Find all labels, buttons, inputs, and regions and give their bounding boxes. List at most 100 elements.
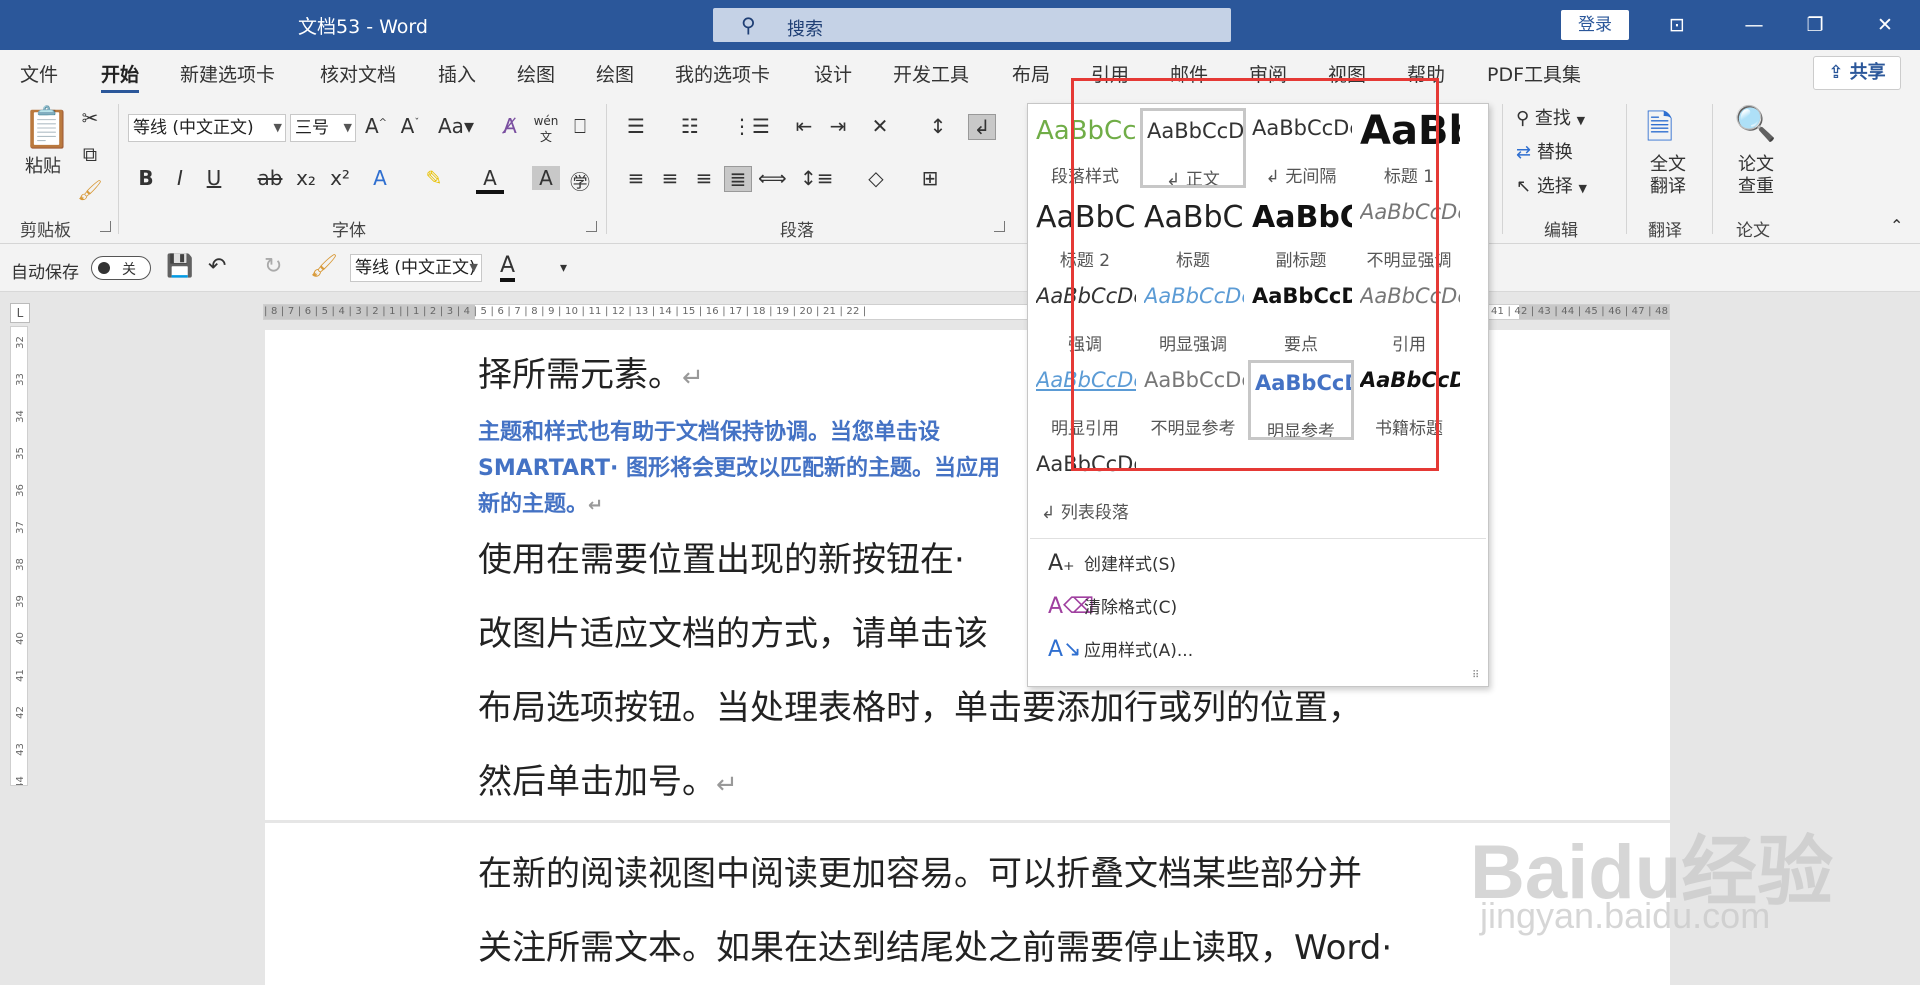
tab-home[interactable]: 开始 <box>101 60 140 93</box>
collapse-ribbon-icon[interactable]: ⌃ <box>1890 216 1903 235</box>
tab-pdf-tools[interactable]: PDF工具集 <box>1487 60 1581 87</box>
font-color-icon[interactable]: A <box>476 166 504 194</box>
select-button[interactable]: ↖ 选择 ▼ <box>1516 172 1587 198</box>
show-marks-icon[interactable]: ↲ <box>968 114 996 140</box>
increase-indent-icon[interactable]: ⇥ <box>824 114 852 138</box>
clipboard-launcher-icon[interactable] <box>100 221 111 232</box>
ribbon-display-icon[interactable]: ⊡ <box>1662 10 1692 40</box>
font-size-select[interactable]: 三号 ▼ <box>290 114 356 142</box>
qat-font-select[interactable]: 等线 (中文正文) ▼ <box>350 254 482 282</box>
text-effects-icon[interactable]: A <box>366 166 394 190</box>
style-name: ↲ 列表段落 <box>1041 503 1129 523</box>
borders-icon[interactable]: ⊞ <box>916 166 944 190</box>
tab-developer[interactable]: 开发工具 <box>893 60 969 87</box>
bullets-icon[interactable]: ☰ <box>622 114 650 138</box>
decrease-indent-icon[interactable]: ⇤ <box>790 114 818 138</box>
font-color-icon[interactable]: A <box>500 254 516 282</box>
sort-icon[interactable]: ↕ <box>924 114 952 138</box>
ruler-number: 43 <box>14 743 26 756</box>
char-scaling-icon[interactable]: ✕ <box>866 114 894 138</box>
format-painter-icon[interactable]: 🖌 <box>310 254 338 279</box>
resize-grip-icon[interactable]: ⠿ <box>1472 670 1479 681</box>
create-style-button[interactable]: A₊ 创建样式(S) <box>1048 550 1176 576</box>
align-left-icon[interactable]: ≡ <box>622 166 650 190</box>
format-painter-icon[interactable]: 🖌 <box>76 178 104 202</box>
select-label: 选择 <box>1536 176 1573 197</box>
distributed-icon[interactable]: ⟺ <box>758 166 787 190</box>
tab-insert[interactable]: 插入 <box>438 60 476 87</box>
doc-text-line: 关注所需文本。如果在达到结尾处之前需要停止读取，Word· <box>478 928 1393 968</box>
justify-icon[interactable]: ≣ <box>724 166 752 192</box>
align-right-icon[interactable]: ≡ <box>690 166 718 190</box>
restore-icon[interactable]: ❐ <box>1800 10 1830 40</box>
tab-draw[interactable]: 绘图 <box>517 60 555 87</box>
numbering-icon[interactable]: ☷ <box>676 114 704 138</box>
separator <box>606 104 607 234</box>
line-spacing-icon[interactable]: ↕≡ <box>800 166 834 190</box>
tab-draw-2[interactable]: 绘图 <box>596 60 634 87</box>
font-name-select[interactable]: 等线 (中文正文) ▼ <box>128 114 286 142</box>
share-button[interactable]: ⇪ 共享 <box>1813 56 1901 90</box>
font-launcher-icon[interactable] <box>586 221 597 232</box>
tab-design[interactable]: 设计 <box>814 60 852 87</box>
chevron-down-icon: ▼ <box>469 261 478 274</box>
shading-icon[interactable]: ◇ <box>862 166 890 190</box>
tab-new-tab[interactable]: 新建选项卡 <box>180 60 275 87</box>
apply-style-button[interactable]: A↘ 应用样式(A)... <box>1048 636 1193 662</box>
doc-text-line: 在新的阅读视图中阅读更加容易。可以折叠文档某些部分并 <box>478 854 1362 894</box>
clear-format-icon[interactable]: A̸ <box>496 114 524 138</box>
phonetic-guide-icon[interactable]: wén 文 <box>532 114 560 145</box>
tab-layout[interactable]: 布局 <box>1012 60 1050 87</box>
align-center-icon[interactable]: ≡ <box>656 166 684 190</box>
minimize-icon[interactable]: — <box>1739 10 1769 40</box>
customize-qat-icon[interactable]: ▾ <box>560 260 567 276</box>
paste-label[interactable]: 粘贴 <box>20 156 66 178</box>
underline-icon[interactable]: U <box>200 166 228 190</box>
cursor-icon: ↖ <box>1516 176 1537 197</box>
tab-my-tab[interactable]: 我的选项卡 <box>675 60 770 87</box>
create-style-label: 创建样式(S) <box>1084 555 1177 575</box>
char-border-icon[interactable]: ⎕ <box>566 114 594 138</box>
autosave-toggle[interactable]: 关 <box>91 256 151 280</box>
ruler-number: 34 <box>14 410 26 423</box>
bold-icon[interactable]: B <box>132 166 160 190</box>
enclose-char-icon[interactable]: ㊫ <box>566 166 594 195</box>
qat-font-value: 等线 (中文正文) <box>355 258 476 278</box>
save-icon[interactable]: 💾 <box>166 254 193 279</box>
paper-check-button[interactable]: 论文查重 <box>1732 154 1780 198</box>
ruler-number: 38 <box>14 558 26 571</box>
highlight-icon[interactable]: ✎ <box>420 166 448 190</box>
subscript-icon[interactable]: x₂ <box>292 166 320 190</box>
copy-icon[interactable]: ⧉ <box>76 142 104 166</box>
find-button[interactable]: ⚲ 查找 ▼ <box>1516 104 1585 130</box>
grow-font-icon[interactable]: A^ <box>362 114 390 138</box>
toggle-knob <box>98 262 110 274</box>
strikethrough-icon[interactable]: ab <box>256 166 284 190</box>
translate-icon[interactable]: 🗎 <box>1646 104 1673 161</box>
clipboard-group-label: 剪贴板 <box>20 221 71 241</box>
multilevel-list-icon[interactable]: ⋮☰ <box>732 114 770 138</box>
italic-icon[interactable]: I <box>166 166 194 190</box>
char-shading-icon[interactable]: A <box>532 166 560 190</box>
paste-icon[interactable]: 📋 <box>22 104 72 151</box>
tab-file[interactable]: 文件 <box>20 60 58 87</box>
doc-blue-line: 新的主题。↵ <box>478 486 603 518</box>
shrink-font-icon[interactable]: Aˇ <box>396 114 424 138</box>
clear-format-button[interactable]: A⌫清除格式(C) <box>1048 593 1177 619</box>
paper-check-icon[interactable]: 🔍 <box>1734 104 1776 144</box>
paragraph-launcher-icon[interactable] <box>994 221 1005 232</box>
redo-icon[interactable]: ↻ <box>264 254 282 279</box>
doc-text: 择所需元素。 <box>478 355 682 395</box>
change-case-icon[interactable]: Aa▾ <box>436 114 476 138</box>
search-box[interactable]: ⚲ 搜索 <box>713 8 1231 42</box>
vertical-ruler[interactable]: 32 33 34 35 36 37 38 39 40 41 42 43 44 <box>10 326 28 786</box>
login-button[interactable]: 登录 <box>1561 10 1629 40</box>
undo-icon[interactable]: ↶ <box>208 254 226 279</box>
tab-check-doc[interactable]: 核对文档 <box>320 60 396 87</box>
close-icon[interactable]: ✕ <box>1870 10 1900 40</box>
replace-button[interactable]: ⇄ 替换 <box>1516 138 1573 164</box>
translate-button[interactable]: 全文翻译 <box>1644 154 1692 198</box>
superscript-icon[interactable]: x² <box>326 166 354 190</box>
tab-selector-icon[interactable]: L <box>10 303 30 323</box>
cut-icon[interactable]: ✂ <box>76 106 104 130</box>
